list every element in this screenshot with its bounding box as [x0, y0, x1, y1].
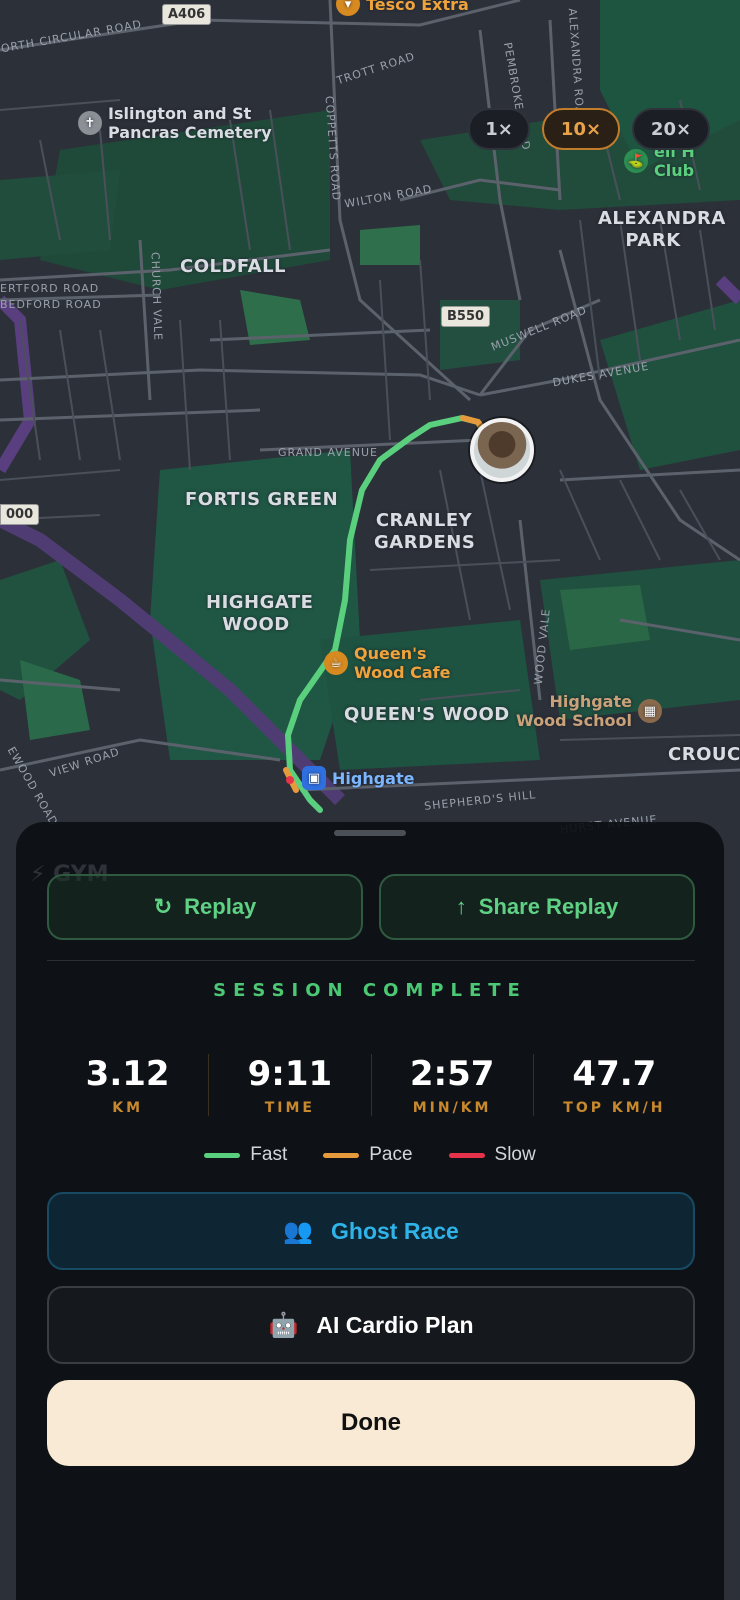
stat-value: 3.12 — [85, 1054, 170, 1094]
area-crouch: CROUCH — [668, 744, 740, 765]
stat-value: 9:11 — [247, 1054, 333, 1094]
legend-slow: Slow — [448, 1144, 536, 1166]
ghost-race-button[interactable]: 👥 Ghost Race — [47, 1192, 695, 1270]
area-fortis-green: FORTIS GREEN — [185, 489, 339, 510]
replay-button[interactable]: ↻ Replay — [47, 874, 363, 940]
school-icon: ▦ — [637, 699, 662, 723]
road-bedford: BEDFORD ROAD — [0, 298, 102, 311]
session-status: SESSION COMPLETE — [213, 980, 527, 1001]
poi-highgate-station-label: Highgate — [332, 768, 415, 788]
poi-cemetery[interactable]: ✝ Islington and St Pancras Cemetery — [78, 104, 272, 142]
ai-cardio-plan-label: AI Cardio Plan — [316, 1311, 474, 1338]
poi-school-label-1: Highgate — [549, 692, 632, 711]
area-queens-wood: QUEEN'S WOOD — [344, 704, 510, 725]
poi-queens-wood-cafe[interactable]: ☕ Queen's Wood Cafe — [324, 644, 450, 682]
poi-school-label-2: Wood School — [516, 711, 632, 730]
poi-highgate-wood-school[interactable]: Highgate Wood School ▦ — [516, 692, 662, 730]
train-icon: ▣ — [302, 766, 326, 790]
speed-legend: Fast Pace Slow — [16, 1144, 724, 1166]
area-cranley-2: GARDENS — [374, 532, 476, 553]
robot-icon: 🤖 — [268, 1311, 299, 1339]
stat-label: MIN/KM — [412, 1100, 492, 1116]
stat-pace: 2:57 MIN/KM — [372, 1054, 534, 1116]
divider — [47, 960, 695, 961]
done-label: Done — [341, 1409, 401, 1436]
road-hertford: ERTFORD ROAD — [0, 282, 100, 295]
share-replay-label: Share Replay — [478, 894, 619, 919]
area-cranley-1: CRANLEY — [375, 510, 473, 531]
poi-highgate-station[interactable]: ▣ Highgate — [302, 766, 414, 790]
stat-label: TOP KM/H — [563, 1100, 666, 1116]
legend-swatch-fast — [204, 1152, 241, 1158]
cemetery-icon: ✝ — [78, 111, 102, 135]
legend-pace: Pace — [323, 1144, 413, 1166]
stat-value: 2:57 — [409, 1054, 495, 1094]
stat-time: 9:11 TIME — [209, 1054, 372, 1116]
speed-1x-button[interactable]: 1× — [468, 108, 530, 150]
stat-label: KM — [112, 1100, 144, 1116]
poi-cemetery-label-2: Pancras Cemetery — [108, 123, 272, 142]
stat-value: 47.7 — [572, 1054, 657, 1094]
road-shield-a406: A406 — [162, 4, 212, 25]
legend-label: Fast — [250, 1144, 288, 1165]
area-coldfall: COLDFALL — [180, 256, 287, 277]
golf-icon: ⛳ — [624, 149, 648, 173]
arrow-up-icon: ↑ — [455, 894, 467, 919]
user-avatar[interactable] — [470, 418, 534, 482]
legend-label: Slow — [494, 1144, 536, 1165]
legend-swatch-pace — [323, 1152, 360, 1158]
poi-tesco[interactable]: ▾ Tesco Extra — [336, 0, 469, 16]
speed-10x-button[interactable]: 10× — [542, 108, 620, 150]
poi-tesco-label: Tesco Extra — [366, 0, 469, 14]
stat-distance: 3.12 KM — [47, 1054, 210, 1116]
area-highgate-wood-2: WOOD — [222, 614, 290, 635]
road-grand: GRAND AVENUE — [278, 446, 378, 459]
poi-cemetery-label-1: Islington and St — [108, 104, 252, 123]
ai-cardio-plan-button[interactable]: 🤖 AI Cardio Plan — [47, 1286, 695, 1364]
speed-20x-button[interactable]: 20× — [632, 108, 710, 150]
legend-swatch-slow — [448, 1152, 485, 1158]
legend-fast: Fast — [204, 1144, 287, 1166]
session-summary-sheet: ⚡ GYM ↻ Replay ↑ Share Replay SESSION CO… — [16, 822, 724, 1600]
poi-cafe-label-1: Queen's — [354, 644, 427, 663]
share-replay-button[interactable]: ↑ Share Replay — [379, 874, 695, 940]
ghost-race-label: Ghost Race — [331, 1217, 459, 1244]
area-highgate-wood-1: HIGHGATE — [206, 592, 314, 613]
legend-label: Pace — [369, 1144, 413, 1165]
road-shield-b1000: 000 — [0, 504, 40, 525]
sheet-drag-handle[interactable] — [334, 830, 406, 836]
cafe-icon: ☕ — [324, 651, 348, 675]
stat-top-speed: 47.7 TOP KM/H — [534, 1054, 695, 1116]
poi-club-label-2: Club — [654, 161, 695, 180]
shopping-cart-icon: ▾ — [336, 0, 360, 16]
replay-label: Replay — [184, 894, 257, 919]
done-button[interactable]: Done — [47, 1380, 695, 1466]
area-alexandra-park-2: PARK — [625, 230, 681, 251]
area-alexandra-park-1: ALEXANDRA — [598, 208, 726, 229]
ghost-race-icon: 👥 — [283, 1217, 314, 1245]
replay-icon: ↻ — [153, 894, 173, 919]
road-shield-b550: B550 — [441, 306, 491, 327]
poi-cafe-label-2: Wood Cafe — [354, 663, 451, 682]
stat-label: TIME — [264, 1100, 315, 1116]
stats-row: 3.12 KM 9:11 TIME 2:57 MIN/KM 47.7 TOP K… — [47, 1054, 695, 1116]
